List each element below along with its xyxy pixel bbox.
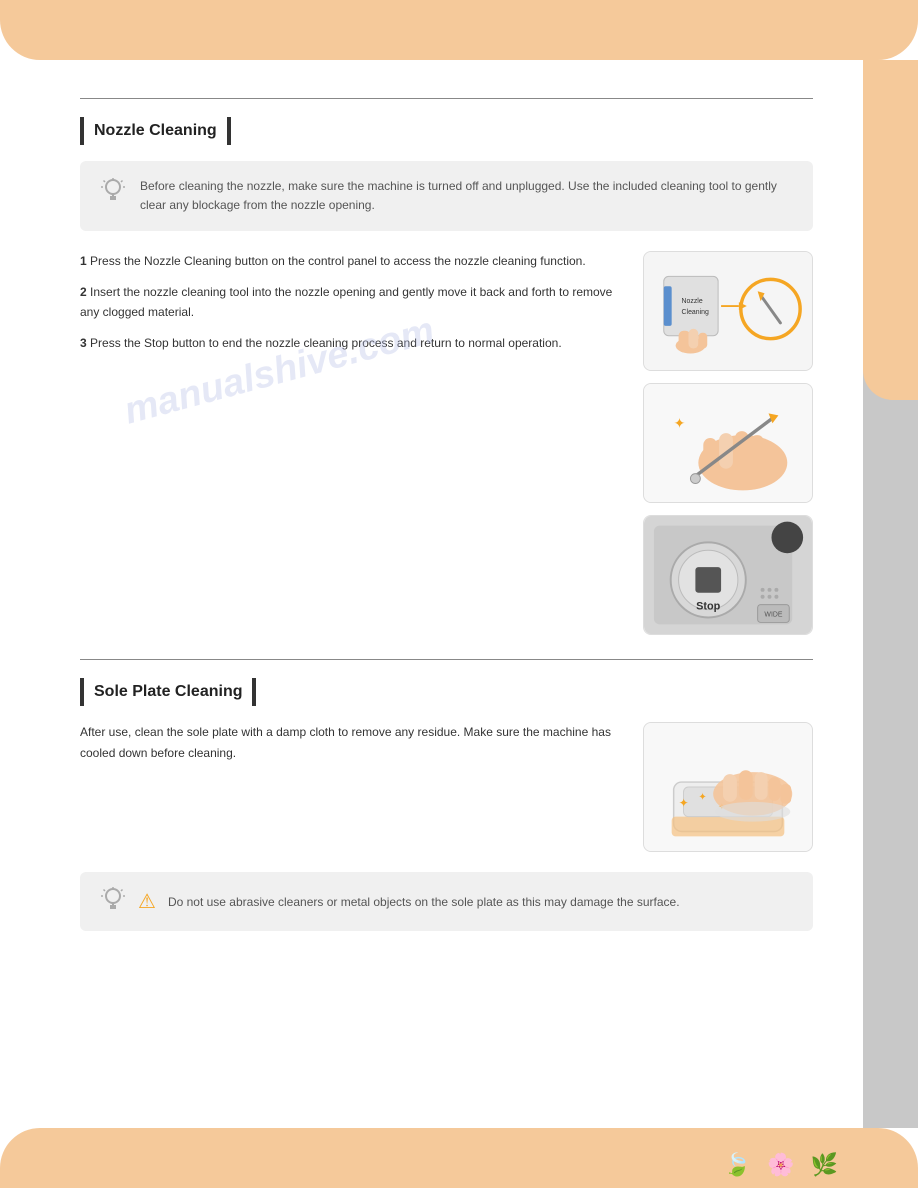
warning-tip-box: ⚠ Do not use abrasive cleaners or metal … (80, 872, 813, 931)
section2-divider (80, 659, 813, 660)
tip-text-1: Before cleaning the nozzle, make sure th… (140, 177, 793, 215)
steps-images-1: Nozzle Cleaning (643, 251, 813, 635)
svg-text:✦: ✦ (674, 416, 686, 432)
bottom-decorative-bar: 🍃 🌸 🌿 (0, 1128, 918, 1188)
section2-image: ✦ ✦ ✦ (643, 722, 813, 852)
step3-image: Stop WIDE (643, 515, 813, 635)
tip-box-1: Before cleaning the nozzle, make sure th… (80, 161, 813, 231)
right-sidebar-top (863, 60, 918, 400)
top-decorative-bar (0, 0, 918, 60)
section2-title: Sole Plate Cleaning (94, 683, 242, 701)
steps-text-1: 1 Press the Nozzle Cleaning button on th… (80, 251, 623, 635)
bulb-icon-1 (100, 177, 126, 209)
svg-text:Nozzle: Nozzle (682, 298, 703, 305)
second-steps-layout: After use, clean the sole plate with a d… (80, 722, 813, 852)
caution-triangle-icon: ⚠ (138, 889, 156, 914)
step2-text: 2 Insert the nozzle cleaning tool into t… (80, 282, 623, 323)
step3-num: 3 (80, 336, 87, 350)
heading2-bar-left (80, 678, 84, 706)
svg-text:✦: ✦ (679, 796, 689, 810)
heading-bar-right (227, 117, 231, 145)
heading-bar-left (80, 117, 84, 145)
step2-image: ✦ (643, 383, 813, 503)
top-divider (80, 98, 813, 99)
step1-text: 1 Press the Nozzle Cleaning button on th… (80, 251, 623, 271)
warning-tip-text: Do not use abrasive cleaners or metal ob… (168, 895, 680, 909)
heading2-bar-right (252, 678, 256, 706)
step3-text: 3 Press the Stop button to end the nozzl… (80, 333, 623, 353)
right-sidebar (863, 60, 918, 1128)
bottom-icons: 🍃 🌸 🌿 (724, 1152, 838, 1178)
main-content: Nozzle Cleaning Before cleaning the nozz… (0, 60, 863, 1128)
section2-heading: Sole Plate Cleaning (80, 678, 813, 706)
svg-text:Cleaning: Cleaning (682, 309, 709, 316)
svg-text:✦: ✦ (698, 792, 706, 803)
section2: Sole Plate Cleaning After use, clean the… (80, 659, 813, 931)
step1-num: 1 (80, 254, 87, 268)
section2-paragraph: After use, clean the sole plate with a d… (80, 722, 623, 763)
section1-title: Nozzle Cleaning (94, 122, 217, 140)
step2-num: 2 (80, 285, 87, 299)
svg-text:WIDE: WIDE (764, 612, 782, 619)
steps-layout-1: 1 Press the Nozzle Cleaning button on th… (80, 251, 813, 635)
warning-bulb-icon (100, 886, 126, 917)
section1-heading: Nozzle Cleaning (80, 117, 813, 145)
svg-text:Stop: Stop (696, 601, 720, 613)
section2-text: After use, clean the sole plate with a d… (80, 722, 623, 852)
step1-image: Nozzle Cleaning (643, 251, 813, 371)
